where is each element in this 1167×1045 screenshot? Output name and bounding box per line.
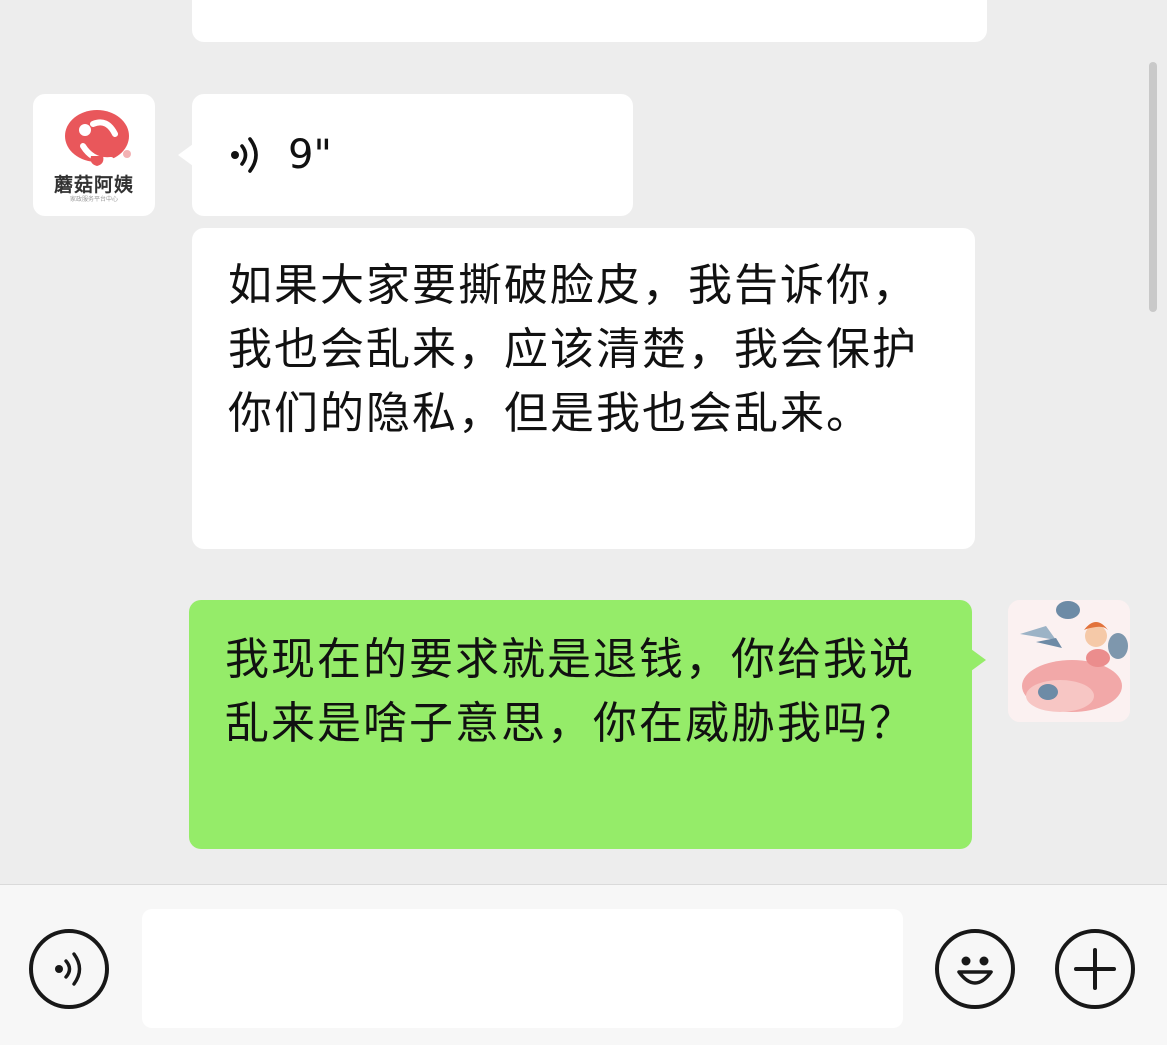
outgoing-message-text: 我现在的要求就是退钱，你给我说乱来是啥子意思，你在威胁我吗？ (225, 634, 915, 749)
voice-message-bubble[interactable]: 9" (178, 94, 633, 216)
scrollbar[interactable] (1149, 62, 1157, 312)
incoming-message-text: 如果大家要撕破脸皮，我告诉你，我也会乱来，应该清楚，我会保护你们的隐私，但是我也… (228, 260, 918, 439)
more-button[interactable] (1055, 929, 1135, 1009)
my-avatar[interactable] (1008, 600, 1130, 722)
avatar-brand-text: 蘑菇阿姨 (53, 174, 134, 196)
previous-message-bubble[interactable] (192, 0, 987, 42)
incoming-message-bubble[interactable]: 如果大家要撕破脸皮，我告诉你，我也会乱来，应该清楚，我会保护你们的隐私，但是我也… (192, 228, 975, 549)
plus-icon (1074, 948, 1116, 990)
illustration-avatar-icon (1008, 600, 1130, 722)
chat-message-list[interactable]: 蘑菇阿姨 家政服务平台中心 9" 如果大家要撕破脸皮，我告诉你，我也会乱来，应该… (0, 0, 1167, 884)
voice-input-button[interactable] (29, 929, 109, 1009)
voice-duration: 9" (288, 132, 332, 178)
message-input[interactable] (142, 909, 903, 1028)
input-bar (0, 884, 1167, 1045)
bubble-tail (971, 649, 986, 671)
bubble-tail (178, 144, 193, 166)
outgoing-message-bubble[interactable]: 我现在的要求就是退钱，你给我说乱来是啥子意思，你在威胁我吗？ (189, 600, 986, 849)
emoji-icon (957, 956, 993, 985)
emoji-button[interactable] (935, 929, 1015, 1009)
voice-wave-icon (231, 137, 258, 173)
voice-icon (55, 952, 82, 986)
other-user-avatar[interactable]: 蘑菇阿姨 家政服务平台中心 (33, 94, 155, 216)
avatar-brand-tagline: 家政服务平台中心 (69, 196, 118, 203)
